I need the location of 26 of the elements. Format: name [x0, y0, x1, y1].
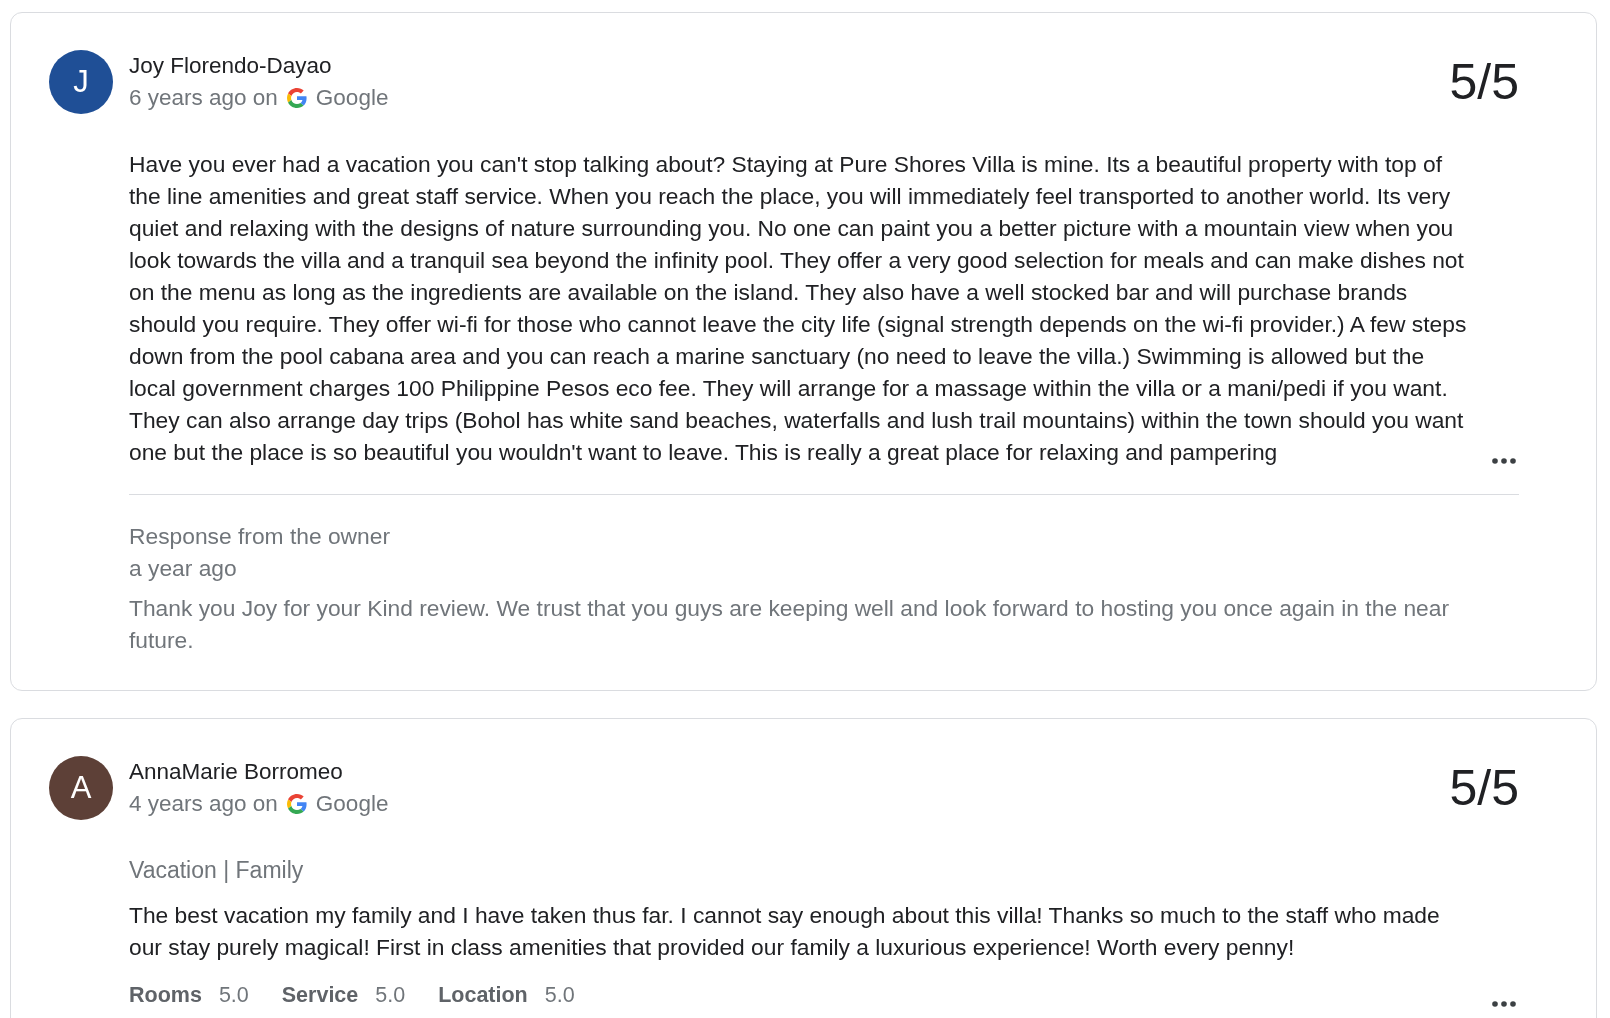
rating-label: Rooms: [129, 982, 202, 1009]
avatar: A: [49, 756, 113, 820]
rating-value: 5.0: [544, 982, 575, 1009]
review-text: The best vacation my family and I have taken thus far. I cannot say enough about this villa! Thanks so much to the staff who made our stay purely magical! First in class amenities that provided our family a luxurious experience! Worth every penny!: [129, 901, 1441, 962]
g-logo-icon: [286, 88, 307, 108]
rating-value: 5.0: [375, 982, 406, 1009]
rating-label: Location: [438, 982, 528, 1009]
review-score: 5/5: [1449, 54, 1519, 110]
more-options-icon[interactable]: [1492, 1001, 1516, 1007]
response-label: Response from the owner: [129, 522, 391, 551]
review-text: Have you ever had a vacation you can't stop talking about? Staying at Pure Shores Villa is mine. Its a beautiful property with top of the line amenities and great staff service. When you reach the place, you will immediately feel transported to another world. Its very quiet and relaxing with the designs of nature surrounding you. No one can paint you a better picture with a mountain view when you look towards the villa and a tranquil sea beyond the infinity pool. They offer a very good selection for meals and can make dishes not on the menu as long as the ingredients are available on the island. They also have a well stocked bar and will purchase brands should you require. They offer wi-fi for those who cannot leave the city life (signal strength depends on the wi-fi provider.) A few steps down from the pool cabana area and you can reach a marine sanctuary (no need to leave the villa.) Swimming is allowed but the local government charges 100 Philippine Pesos eco fee. They will arrange for a massage within the villa or a mani/pedi if you want. They can also arrange day trips (Bohol has white sand beaches, waterfalls and lush trail mountains) within the town should you want one but the place is so beautiful you wouldn't want to leave. This is really a great place for relaxing and pampering: [129, 150, 1468, 467]
review-source: Google: [315, 85, 389, 111]
g-logo-icon: [286, 794, 307, 814]
avatar: J: [49, 50, 113, 114]
review-source: Google: [315, 791, 389, 817]
reviewer-name: AnnaMarie Borromeo: [129, 759, 343, 785]
response-text: Thank you Joy for your Kind review. We trust that you guys are keeping well and look forward to hosting you once again in the near future.: [129, 594, 1450, 655]
review-date: 6 years ago on: [129, 85, 278, 111]
rating-value: 5.0: [218, 982, 249, 1009]
review-date: 4 years ago on: [129, 791, 278, 817]
review-score: 5/5: [1449, 760, 1519, 816]
response-date: a year ago: [129, 554, 237, 583]
rating-label: Service: [281, 982, 359, 1009]
reviewer-name: Joy Florendo-Dayao: [129, 53, 332, 79]
more-options-icon[interactable]: [1492, 458, 1516, 464]
trip-type: Vacation | Family: [129, 856, 304, 885]
